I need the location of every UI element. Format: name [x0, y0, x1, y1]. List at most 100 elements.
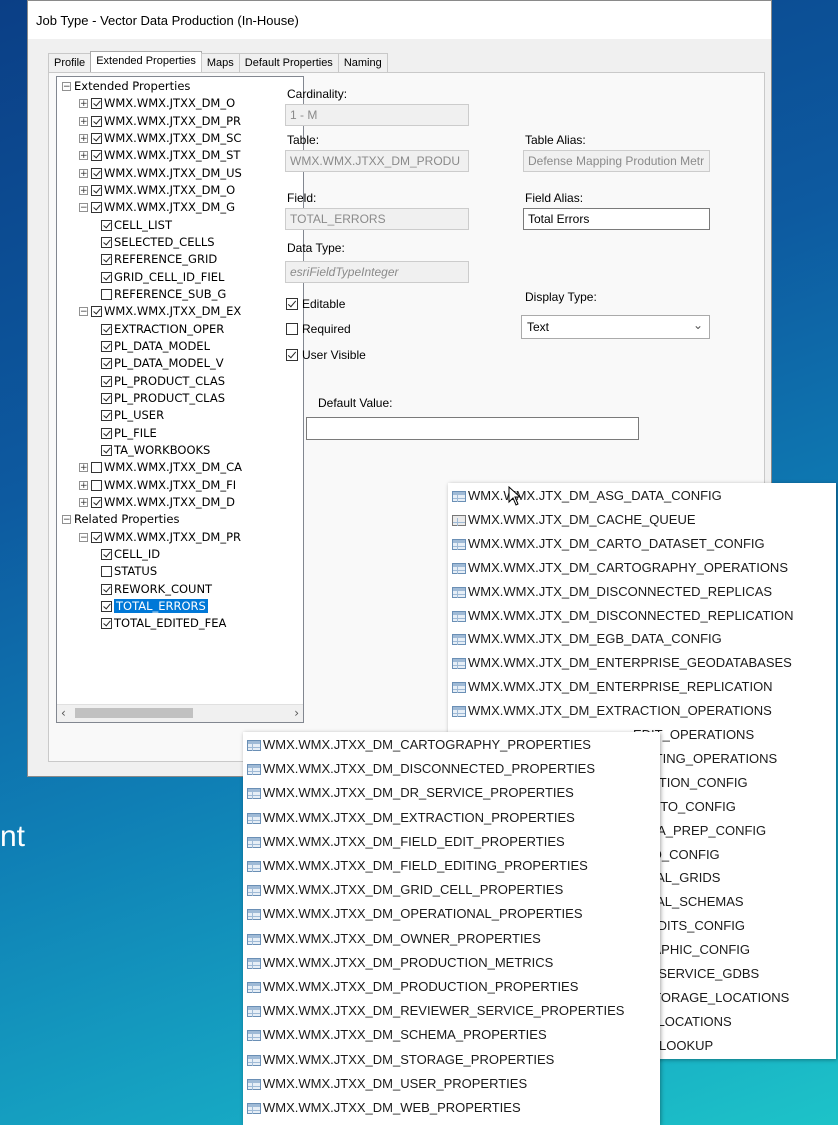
tree-checkbox[interactable]	[91, 132, 102, 144]
scrollbar-thumb[interactable]	[75, 708, 193, 718]
table-list-item[interactable]: WMX.WMX.JTXX_DM_FIELD_EDITING_PROPERTIES	[247, 854, 588, 878]
required-check-box[interactable]	[286, 323, 298, 335]
tree-checkbox[interactable]	[101, 618, 112, 630]
tree-checkbox[interactable]	[101, 410, 112, 422]
tree-checkbox[interactable]	[91, 150, 102, 162]
tree-horizontal-scrollbar[interactable]: ‹ ›	[57, 704, 303, 722]
table-list-item[interactable]: WMX.WMX.JTX_DM_DISCONNECTED_REPLICAS	[452, 580, 772, 604]
tab-extended-properties[interactable]: Extended Properties	[90, 51, 202, 73]
tree-checkbox[interactable]	[91, 98, 102, 110]
table-list-item[interactable]: WMX.WMX.JTXX_DM_SCHEMA_PROPERTIES	[247, 1023, 547, 1047]
editable-checkbox[interactable]: Editable	[286, 297, 345, 311]
table-list-item[interactable]: WMX.WMX.JTX_DM_DISCONNECTED_REPLICATION	[452, 604, 794, 628]
tree-checkbox[interactable]	[91, 496, 102, 508]
tree-checkbox[interactable]	[91, 462, 102, 474]
table-list-item[interactable]: WMX.WMX.JTX_DM_ENTERPRISE_GEODATABASES	[452, 651, 792, 675]
tree-row[interactable]: PL_DATA_MODEL_V	[101, 355, 224, 372]
tree-row[interactable]: REWORK_COUNT	[101, 581, 212, 598]
table-list-item[interactable]: WMX.WMX.JTXX_DM_CARTOGRAPHY_PROPERTIES	[247, 733, 591, 757]
tree-checkbox[interactable]	[91, 306, 102, 318]
required-checkbox[interactable]: Required	[286, 322, 351, 336]
table-list-item[interactable]: WMX.WMX.JTXX_DM_PRODUCTION_METRICS	[247, 951, 553, 975]
tree-row[interactable]: − Extended Properties	[62, 78, 190, 95]
tree-checkbox[interactable]	[101, 288, 112, 300]
table-list-item[interactable]: WMX.WMX.JTX_DM_ENTERPRISE_REPLICATION	[452, 675, 773, 699]
expand-plus-icon[interactable]: +	[79, 151, 88, 161]
tree-row[interactable]: − Related Properties	[62, 511, 179, 528]
tree-checkbox[interactable]	[101, 236, 112, 248]
expand-plus-icon[interactable]: +	[79, 133, 88, 143]
user-visible-checkbox[interactable]: User Visible	[286, 348, 366, 362]
tree-row[interactable]: PL_USER	[101, 407, 164, 424]
collapse-minus-icon[interactable]: −	[62, 82, 71, 92]
expand-plus-icon[interactable]: +	[79, 463, 88, 473]
display-type-select[interactable]: Text ⌄	[521, 315, 710, 339]
tree-row[interactable]: CELL_ID	[101, 546, 160, 563]
table-list-item[interactable]: WMX.WMX.JTXX_DM_OPERATIONAL_PROPERTIES	[247, 902, 583, 926]
tree-checkbox[interactable]	[101, 427, 112, 439]
table-list-item[interactable]: WMX.WMX.JTXX_DM_WEB_PROPERTIES	[247, 1096, 521, 1120]
tree-checkbox[interactable]	[91, 115, 102, 127]
table-list-item[interactable]: WMX.WMX.JTXX_DM_OWNER_PROPERTIES	[247, 927, 541, 951]
default-value-input[interactable]	[306, 417, 639, 440]
tree-row[interactable]: STATUS	[101, 563, 157, 580]
tree-checkbox[interactable]	[101, 340, 112, 352]
editable-check-box[interactable]	[286, 298, 298, 310]
properties-tree[interactable]: − Extended Properties + WMX.WMX.JTXX_DM_O + W…	[56, 76, 304, 723]
tree-checkbox[interactable]	[101, 566, 112, 578]
table-list-item[interactable]: WMX.WMX.JTXX_DM_DISCONNECTED_PROPERTIES	[247, 757, 595, 781]
scroll-right-icon[interactable]: ›	[294, 706, 299, 720]
tree-checkbox[interactable]	[101, 375, 112, 387]
tree-checkbox[interactable]	[101, 444, 112, 456]
field-alias-input[interactable]: Total Errors	[523, 208, 710, 230]
tree-row[interactable]: SELECTED_CELLS	[101, 234, 215, 251]
table-list-item[interactable]: WMX.WMX.JTX_DM_CARTOGRAPHY_OPERATIONS	[452, 556, 788, 580]
user-visible-check-box[interactable]	[286, 349, 298, 361]
table-list-item[interactable]: WMX.WMX.JTXX_DM_GRID_CELL_PROPERTIES	[247, 878, 563, 902]
tree-row[interactable]: + WMX.WMX.JTXX_DM_CA	[79, 459, 242, 476]
tree-row[interactable]: − WMX.WMX.JTXX_DM_EX	[79, 303, 241, 320]
table-list-item[interactable]: WMX.WMX.JTXX_DM_EXTRACTION_PROPERTIES	[247, 806, 575, 830]
table-list-item[interactable]: WMX.WMX.JTXX_DM_STORAGE_PROPERTIES	[247, 1048, 554, 1072]
tree-row[interactable]: PL_FILE	[101, 425, 157, 442]
expand-plus-icon[interactable]: +	[79, 185, 88, 195]
table-list-item[interactable]: WMX.WMX.JTX_DM_CARTO_DATASET_CONFIG	[452, 532, 765, 556]
tree-row[interactable]: + WMX.WMX.JTXX_DM_ST	[79, 147, 240, 164]
tree-checkbox[interactable]	[101, 254, 112, 266]
tree-checkbox[interactable]	[101, 548, 112, 560]
tree-checkbox[interactable]	[101, 323, 112, 335]
tab-maps[interactable]: Maps	[200, 53, 240, 73]
expand-plus-icon[interactable]: +	[79, 116, 88, 126]
collapse-minus-icon[interactable]: −	[79, 203, 88, 213]
table-list-item[interactable]: WMX.WMX.JTX_DM_EXTRACTION_OPERATIONS	[452, 699, 772, 723]
tree-row[interactable]: PL_PRODUCT_CLAS	[101, 390, 225, 407]
tree-checkbox[interactable]	[101, 392, 112, 404]
tree-row[interactable]: TOTAL_ERRORS	[101, 597, 209, 615]
tree-row[interactable]: + WMX.WMX.JTXX_DM_PR	[79, 113, 241, 130]
tree-row[interactable]: CELL_LIST	[101, 217, 172, 234]
table-list-item[interactable]: WMX.WMX.JTXX_DM_USER_PROPERTIES	[247, 1072, 527, 1096]
table-list-item[interactable]: WMX.WMX.JTXX_DM_FIELD_EDIT_PROPERTIES	[247, 830, 565, 854]
expand-plus-icon[interactable]: +	[79, 480, 88, 490]
tree-row[interactable]: + WMX.WMX.JTXX_DM_D	[79, 494, 235, 511]
tree-row[interactable]: REFERENCE_SUB_G	[101, 286, 226, 303]
table-list-item[interactable]: WMX.WMX.JTX_DM_CACHE_QUEUE	[452, 508, 696, 532]
tab-naming[interactable]: Naming	[337, 53, 388, 73]
tree-checkbox[interactable]	[101, 583, 112, 595]
tree-row[interactable]: TA_WORKBOOKS	[101, 442, 210, 459]
chevron-down-icon[interactable]: ⌄	[693, 318, 703, 332]
collapse-minus-icon[interactable]: −	[79, 307, 88, 317]
tree-checkbox[interactable]	[101, 271, 112, 283]
collapse-minus-icon[interactable]: −	[79, 532, 88, 542]
tree-row[interactable]: + WMX.WMX.JTXX_DM_FI	[79, 477, 236, 494]
tree-checkbox[interactable]	[101, 600, 112, 612]
tab-default-properties[interactable]: Default Properties	[238, 53, 339, 73]
tree-row[interactable]: TOTAL_EDITED_FEA	[101, 615, 226, 632]
table-list-item[interactable]: WMX.WMX.JTXX_DM_REVIEWER_SERVICE_PROPERT…	[247, 999, 624, 1023]
tree-row[interactable]: + WMX.WMX.JTXX_DM_US	[79, 165, 242, 182]
table-list-item[interactable]: WMX.WMX.JTXX_DM_PRODUCTION_PROPERTIES	[247, 975, 578, 999]
tree-row[interactable]: + WMX.WMX.JTXX_DM_O	[79, 182, 235, 199]
scroll-left-icon[interactable]: ‹	[61, 706, 66, 720]
tree-checkbox[interactable]	[91, 479, 102, 491]
tree-row[interactable]: + WMX.WMX.JTXX_DM_SC	[79, 130, 241, 147]
